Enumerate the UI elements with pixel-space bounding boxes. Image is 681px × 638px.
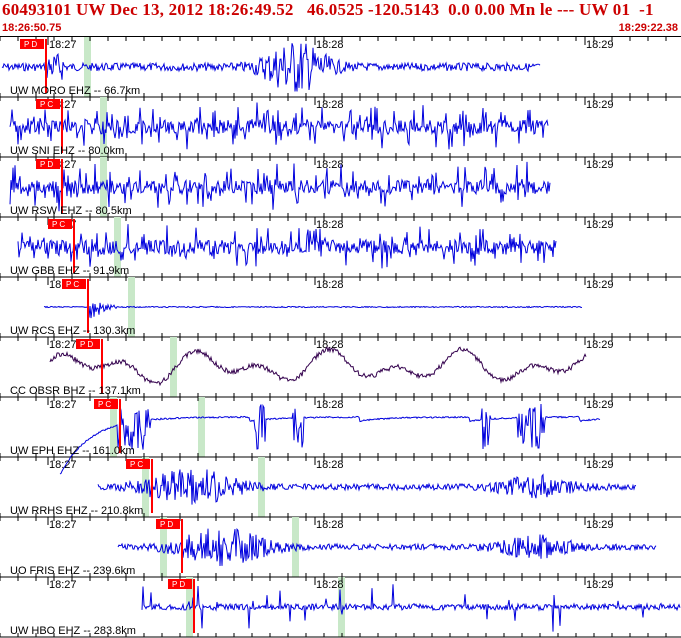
pick-flag-label: P D xyxy=(24,40,37,49)
minute-tick-label: 18:29 xyxy=(586,279,614,291)
pick-flag-label: P D xyxy=(40,160,53,169)
seismogram-panel[interactable]: 18:27 18:28 18:29P DUW MORO EHZ -- 66.7km1… xyxy=(0,37,681,638)
minute-tick-label: 18:28 xyxy=(316,159,344,171)
station-label: UW SNI EHZ -- 80.0km xyxy=(10,145,124,157)
minute-tick-label: 18:27 xyxy=(49,399,77,411)
station-label: UW RSW EHZ -- 80.5km xyxy=(10,205,132,217)
station-label: CC OBSR BHZ -- 137.1km xyxy=(10,385,141,397)
window-end-time: 18:29:22.38 xyxy=(618,22,678,34)
trace-row[interactable]: 18:27 18:28 18:29 P D UW MORO EHZ -- 66.7km xyxy=(0,37,681,98)
seismogram-trace xyxy=(49,346,587,387)
pick-window-band xyxy=(198,397,205,457)
minute-tick-label: 18:27 xyxy=(49,519,77,531)
seismogram-trace xyxy=(97,469,636,505)
trace-row[interactable]: 18:27 18:28 18:29 P C UW RRHS EHZ -- 210.8km xyxy=(0,457,681,518)
minute-tick-label: 18:28 xyxy=(316,459,344,471)
seismogram-trace xyxy=(9,102,549,150)
minute-tick-label: 18:28 xyxy=(316,519,344,531)
minute-tick-label: 18:27 xyxy=(49,459,77,471)
pick-flag-label: P C xyxy=(98,400,111,409)
pick-flag-label: P D xyxy=(172,580,185,589)
minute-tick-label: 18:28 xyxy=(316,39,344,51)
seismogram-trace xyxy=(141,584,681,632)
minute-tick-label: 18:29 xyxy=(586,99,614,111)
minute-tick-label: 18:29 xyxy=(586,399,614,411)
station-label: UW GBB EHZ -- 91.9km xyxy=(10,265,129,277)
pick-flag-label: P C xyxy=(66,280,79,289)
pick-flag-label: P C xyxy=(52,220,65,229)
trace-row[interactable]: 18:2718:2818:29P CUW SNI EHZ -- 80.0km xyxy=(0,97,681,158)
minute-tick-label: 18:29 xyxy=(586,339,614,351)
seismogram-trace xyxy=(117,528,657,567)
minute-tick-label: 18:29 xyxy=(586,39,614,51)
trace-row[interactable]: 18:27 18:28 18:29P DCC OBSR BHZ -- 137.1km xyxy=(0,337,681,398)
minute-tick-label: 18:28 xyxy=(316,279,344,291)
minute-tick-label: 18:29 xyxy=(586,159,614,171)
minute-tick-label: 18:27 xyxy=(49,39,77,51)
pick-flag-label: P C xyxy=(130,460,143,469)
trace-row[interactable]: 18:2718:2818:29P CUW GBB EHZ -- 91.9km xyxy=(0,217,681,278)
trace-row[interactable]: 18:2718:2818:29P CUW RCS EHZ -- 130.3km xyxy=(0,277,681,338)
minute-tick-label: 18:28 xyxy=(316,579,344,591)
trace-row[interactable]: 18:27 18:28 18:29 P D UW HBO EHZ -- 283.8km xyxy=(0,577,681,638)
minute-tick-label: 18:29 xyxy=(586,579,614,591)
seismogram-trace xyxy=(9,161,551,212)
minute-tick-label: 18:27 xyxy=(49,339,77,351)
trace-row[interactable]: 18:27 18:28 18:29 P D UO FRIS EHZ -- 239.6km xyxy=(0,517,681,578)
station-label: UO FRIS EHZ -- 239.6km xyxy=(10,565,135,577)
station-label: UW MORO EHZ -- 66.7km xyxy=(10,85,140,97)
event-header: 60493101 UW Dec 13, 2012 18:26:49.52 46.… xyxy=(0,0,681,37)
seismogram-trace xyxy=(43,302,583,319)
minute-tick-label: 18:28 xyxy=(316,399,344,411)
station-label: UW RRHS EHZ -- 210.8km xyxy=(10,505,143,517)
window-start-time: 18:26:50.75 xyxy=(2,22,62,34)
event-title: 60493101 UW Dec 13, 2012 18:26:49.52 46.… xyxy=(2,0,654,19)
pick-flag-label: P D xyxy=(80,340,93,349)
minute-tick-label: 18:29 xyxy=(586,459,614,471)
minute-tick-label: 18:29 xyxy=(586,219,614,231)
station-label: UW HBO EHZ -- 283.8km xyxy=(10,625,136,637)
minute-tick-label: 18:27 xyxy=(49,579,77,591)
pick-flag-label: P D xyxy=(160,520,173,529)
pick-flag-label: P C xyxy=(40,100,53,109)
station-label: UW RCS EHZ -- 130.3km xyxy=(10,325,135,337)
minute-tick-label: 18:29 xyxy=(586,519,614,531)
seismogram-trace xyxy=(17,224,557,269)
station-label: UW EPH EHZ -- 161.0km xyxy=(10,445,135,457)
trace-row[interactable]: 18:2718:2818:29P DUW RSW EHZ -- 80.5km xyxy=(0,157,681,218)
minute-tick-label: 18:28 xyxy=(316,99,344,111)
